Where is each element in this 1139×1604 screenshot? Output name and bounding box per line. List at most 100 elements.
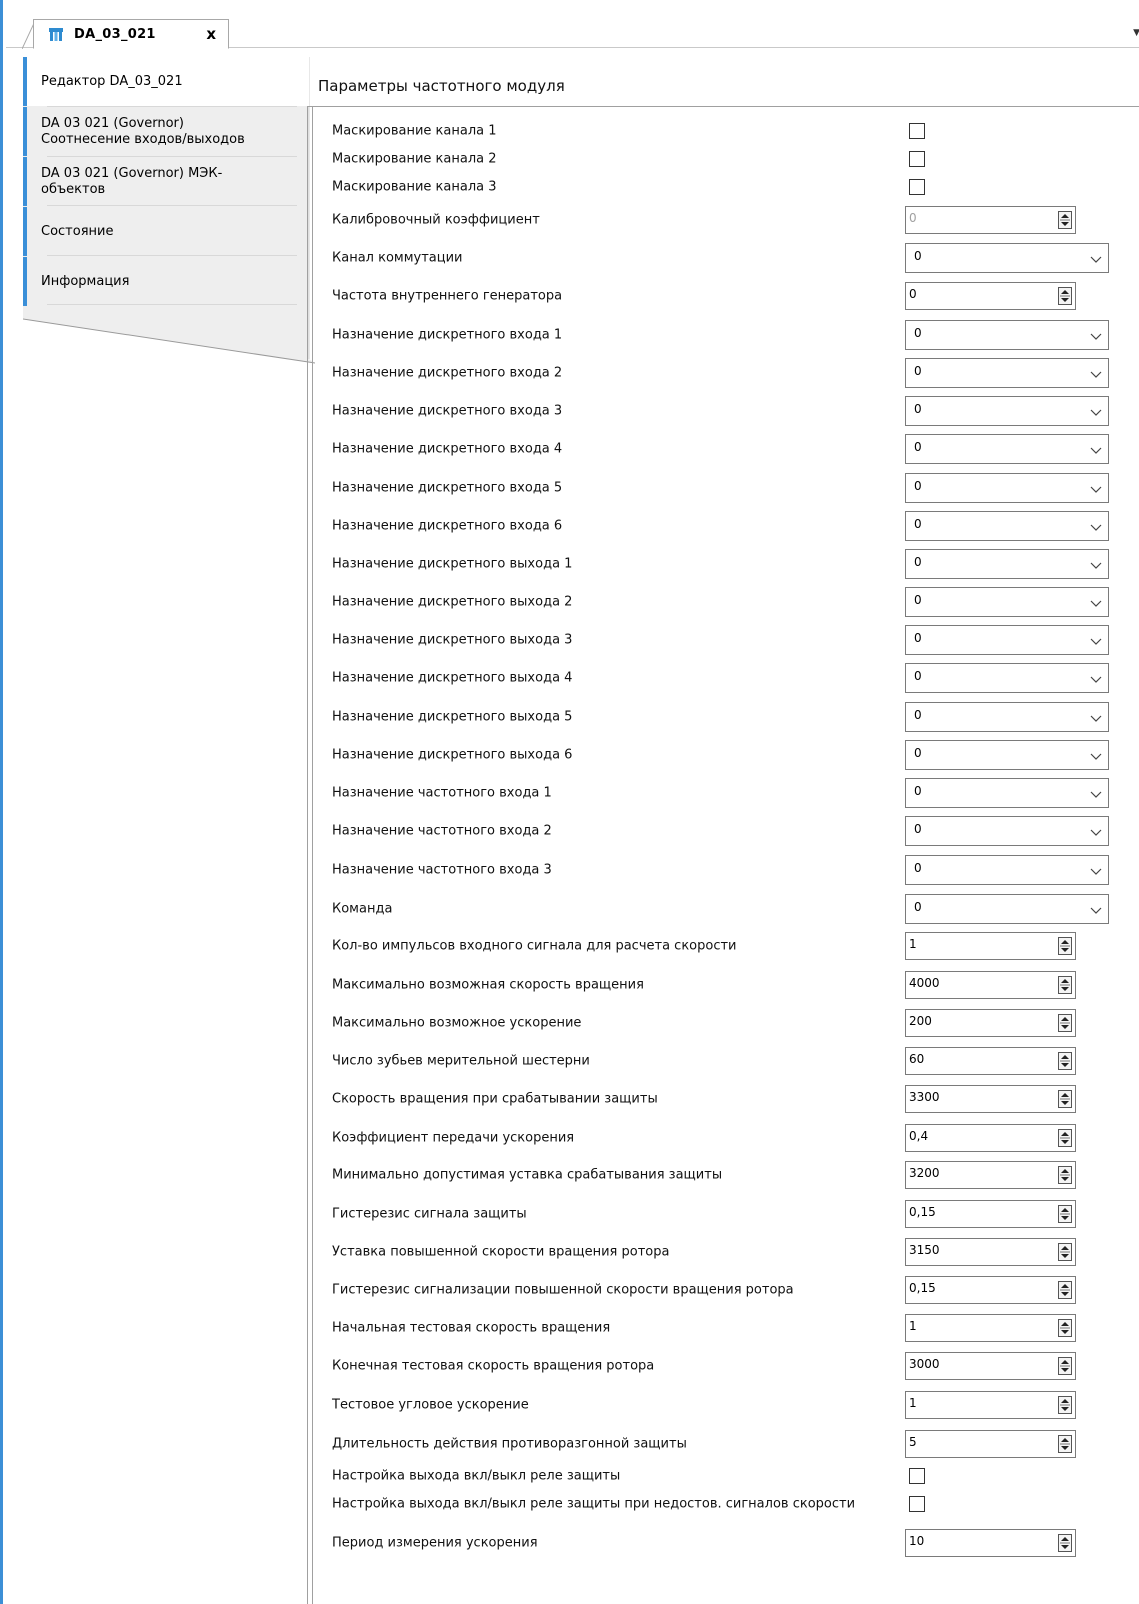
param-dropdown[interactable]: 0 <box>905 816 1109 846</box>
param-spin-input[interactable]: 3200 <box>905 1161 1076 1189</box>
spin-updown-icon[interactable] <box>1058 1166 1072 1184</box>
chevron-down-icon[interactable] <box>1090 521 1102 533</box>
param-dropdown[interactable]: 0 <box>905 358 1109 388</box>
spin-updown-icon[interactable] <box>1058 1435 1072 1453</box>
chevron-down-icon[interactable] <box>1090 483 1102 495</box>
param-dropdown[interactable]: 0 <box>905 663 1109 693</box>
param-spin-input[interactable]: 0,15 <box>905 1276 1076 1304</box>
nav-item-label: Редактор DA_03_021 <box>41 74 183 90</box>
dropdown-value: 0 <box>914 784 922 798</box>
param-dropdown[interactable]: 0 <box>905 855 1109 885</box>
param-row: Назначение дискретного входа 1 0 <box>307 316 1139 354</box>
chevron-down-icon[interactable] <box>1090 597 1102 609</box>
nav-separator <box>47 106 297 107</box>
param-dropdown[interactable]: 0 <box>905 243 1109 273</box>
param-dropdown[interactable]: 0 <box>905 473 1109 503</box>
spin-updown-icon[interactable] <box>1058 1052 1072 1070</box>
param-label: Команда <box>332 901 393 917</box>
chevron-down-icon[interactable] <box>1090 788 1102 800</box>
spin-updown-icon[interactable] <box>1058 1129 1072 1147</box>
param-label: Коэффициент передачи ускорения <box>332 1130 575 1146</box>
spin-updown-icon[interactable] <box>1058 976 1072 994</box>
spin-updown-icon[interactable] <box>1058 1281 1072 1299</box>
spin-value: 3000 <box>909 1357 940 1371</box>
spin-updown-icon[interactable] <box>1058 211 1072 229</box>
param-dropdown[interactable]: 0 <box>905 702 1109 732</box>
param-spin-input[interactable]: 1 <box>905 932 1076 960</box>
nav-item-label-line: объектов <box>41 181 106 197</box>
dropdown-value: 0 <box>914 631 922 645</box>
param-spin-input[interactable]: 200 <box>905 1009 1076 1037</box>
spin-updown-icon[interactable] <box>1058 1014 1072 1032</box>
tab-strip: DA_03_021 x ▼ <box>6 0 1139 49</box>
param-spin-input[interactable]: 0,15 <box>905 1200 1076 1228</box>
spin-updown-icon[interactable] <box>1058 1205 1072 1223</box>
spin-updown-icon[interactable] <box>1058 937 1072 955</box>
chevron-down-icon[interactable] <box>1090 253 1102 265</box>
param-row: Настройка выхода вкл/выкл реле защиты пр… <box>307 1490 1139 1518</box>
param-spin-input[interactable]: 5 <box>905 1430 1076 1458</box>
chevron-down-icon[interactable] <box>1090 904 1102 916</box>
chevron-down-icon[interactable] <box>1090 559 1102 571</box>
chevron-down-icon[interactable] <box>1090 826 1102 838</box>
param-dropdown[interactable]: 0 <box>905 320 1109 350</box>
nav-item-3[interactable]: DA 03 021 (Governor) МЭК-объектов <box>23 157 309 206</box>
param-label: Число зубьев мерительной шестерни <box>332 1053 590 1069</box>
tab-list-dropdown-icon[interactable]: ▼ <box>1133 28 1139 38</box>
param-dropdown[interactable]: 0 <box>905 740 1109 770</box>
chevron-down-icon[interactable] <box>1090 406 1102 418</box>
param-checkbox[interactable] <box>909 151 925 167</box>
tab-da-03-021[interactable]: DA_03_021 x <box>33 19 229 49</box>
spin-updown-icon[interactable] <box>1058 1319 1072 1337</box>
nav-separator <box>47 205 297 206</box>
chevron-down-icon[interactable] <box>1090 330 1102 342</box>
chevron-down-icon[interactable] <box>1090 444 1102 456</box>
spin-updown-icon[interactable] <box>1058 1090 1072 1108</box>
param-spin-input[interactable]: 3300 <box>905 1085 1076 1113</box>
param-checkbox[interactable] <box>909 179 925 195</box>
chevron-down-icon[interactable] <box>1090 712 1102 724</box>
param-dropdown[interactable]: 0 <box>905 778 1109 808</box>
spin-updown-icon[interactable] <box>1058 1396 1072 1414</box>
dropdown-value: 0 <box>914 249 922 263</box>
param-dropdown[interactable]: 0 <box>905 549 1109 579</box>
param-dropdown[interactable]: 0 <box>905 894 1109 924</box>
nav-item-4[interactable]: Состояние <box>23 207 309 256</box>
spin-updown-icon[interactable] <box>1058 1243 1072 1261</box>
chevron-down-icon[interactable] <box>1090 865 1102 877</box>
close-icon[interactable]: x <box>206 25 216 43</box>
param-spin-input[interactable]: 0 <box>905 282 1076 310</box>
param-spin-input[interactable]: 1 <box>905 1391 1076 1419</box>
chevron-down-icon[interactable] <box>1090 368 1102 380</box>
param-dropdown[interactable]: 0 <box>905 434 1109 464</box>
param-checkbox[interactable] <box>909 1468 925 1484</box>
param-checkbox[interactable] <box>909 1496 925 1512</box>
nav-item-2[interactable]: DA 03 021 (Governor) Соотнесение входов/в… <box>23 107 309 156</box>
spin-updown-icon[interactable] <box>1058 1357 1072 1375</box>
param-checkbox[interactable] <box>909 123 925 139</box>
param-dropdown[interactable]: 0 <box>905 396 1109 426</box>
chevron-down-icon[interactable] <box>1090 635 1102 647</box>
spin-value: 10 <box>909 1534 925 1548</box>
nav-item-1[interactable]: Редактор DA_03_021 <box>23 57 309 106</box>
chevron-down-icon[interactable] <box>1090 750 1102 762</box>
nav-item-5[interactable]: Информация <box>23 257 309 306</box>
nav-item-accent-bar <box>23 257 27 306</box>
param-spin-input[interactable]: 0,4 <box>905 1124 1076 1152</box>
spin-value: 5 <box>909 1435 917 1449</box>
spin-updown-icon[interactable] <box>1058 287 1072 305</box>
param-spin-input[interactable]: 3000 <box>905 1352 1076 1380</box>
param-dropdown[interactable]: 0 <box>905 587 1109 617</box>
spin-updown-icon[interactable] <box>1058 1534 1072 1552</box>
param-spin-input[interactable]: 1 <box>905 1314 1076 1342</box>
param-spin-input[interactable]: 0 <box>905 206 1076 234</box>
param-spin-input[interactable]: 4000 <box>905 971 1076 999</box>
param-dropdown[interactable]: 0 <box>905 511 1109 541</box>
chevron-down-icon[interactable] <box>1090 673 1102 685</box>
param-dropdown[interactable]: 0 <box>905 625 1109 655</box>
param-label: Назначение дискретного входа 1 <box>332 327 563 343</box>
param-spin-input[interactable]: 60 <box>905 1047 1076 1075</box>
param-row: Настройка выхода вкл/выкл реле защиты <box>307 1462 1139 1490</box>
param-spin-input[interactable]: 10 <box>905 1529 1076 1557</box>
param-spin-input[interactable]: 3150 <box>905 1238 1076 1266</box>
